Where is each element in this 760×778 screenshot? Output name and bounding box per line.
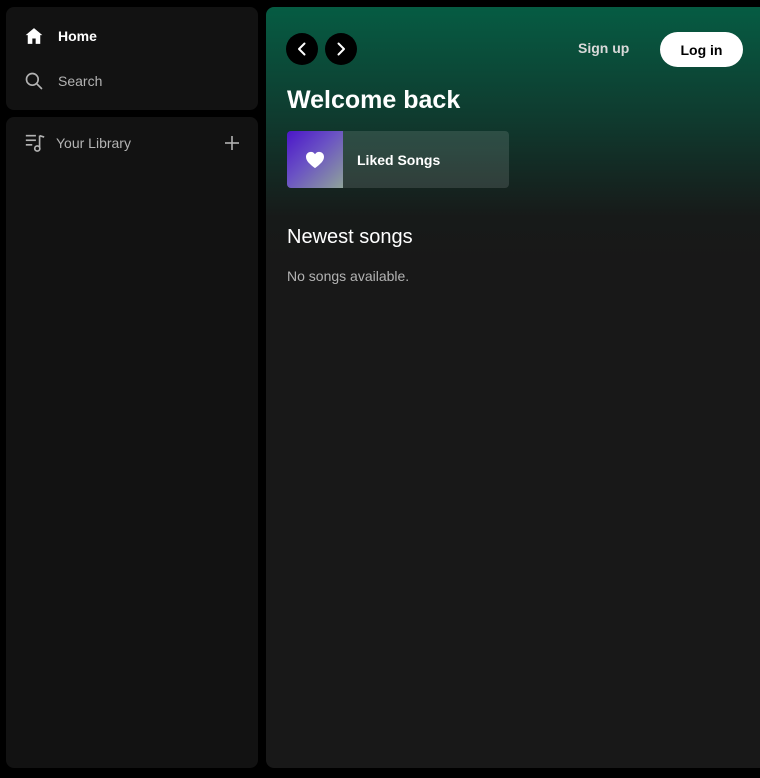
- sidebar-item-search[interactable]: Search: [6, 63, 258, 99]
- library-header[interactable]: Your Library: [24, 131, 131, 155]
- liked-songs-title: Liked Songs: [357, 151, 441, 168]
- sidebar-nav: Home Search: [6, 7, 258, 110]
- empty-state-message: No songs available.: [287, 268, 410, 284]
- add-to-library-button[interactable]: [220, 131, 244, 155]
- sidebar-item-label: Search: [58, 73, 103, 89]
- home-icon: [24, 26, 44, 46]
- login-button[interactable]: Log in: [660, 32, 743, 67]
- liked-songs-card[interactable]: Liked Songs: [287, 131, 509, 188]
- forward-button[interactable]: [325, 33, 357, 65]
- signup-link[interactable]: Sign up: [578, 40, 629, 60]
- page-title: Welcome back: [287, 86, 461, 114]
- chevron-right-icon: [333, 41, 349, 57]
- search-icon: [24, 71, 44, 91]
- library-label: Your Library: [56, 135, 131, 151]
- library-icon: [24, 132, 46, 154]
- heart-icon: [305, 151, 325, 169]
- chevron-left-icon: [294, 41, 310, 57]
- plus-icon: [224, 135, 240, 151]
- main-content: Sign up Log in Welcome back Liked Songs …: [266, 7, 760, 768]
- library-panel: Your Library: [6, 117, 258, 768]
- section-title: Newest songs: [287, 226, 413, 248]
- back-button[interactable]: [286, 33, 318, 65]
- sidebar-item-label: Home: [58, 28, 97, 44]
- sidebar-item-home[interactable]: Home: [6, 18, 258, 54]
- liked-songs-cover: [287, 131, 343, 188]
